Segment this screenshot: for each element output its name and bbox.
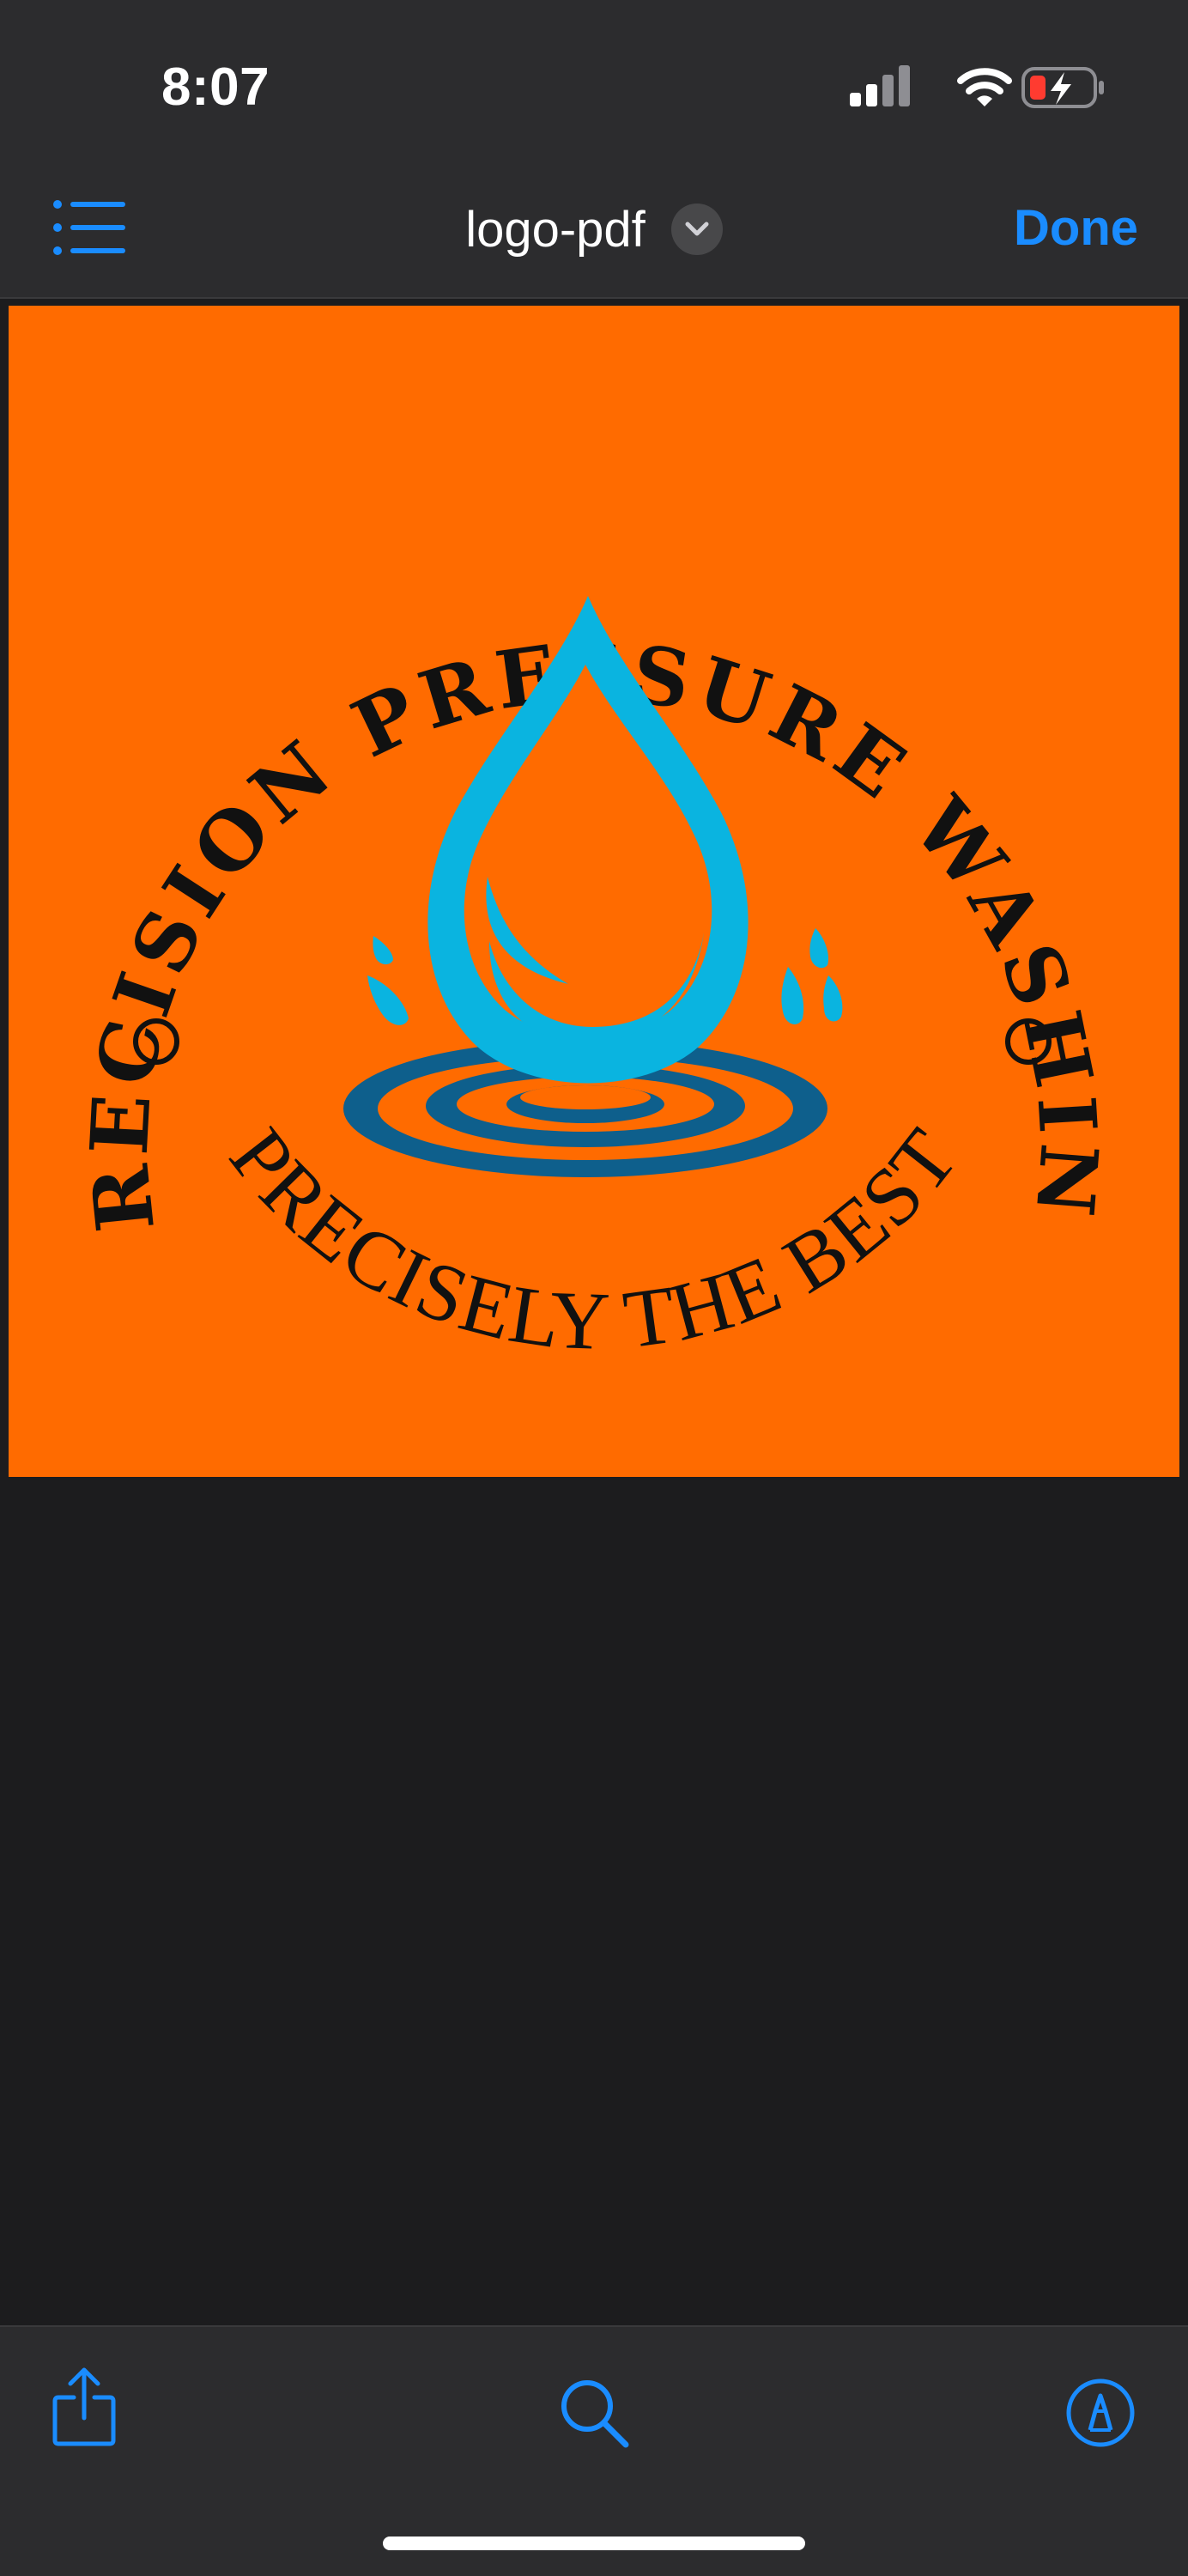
chevron-down-icon: [685, 222, 709, 236]
markup-icon: [1066, 2379, 1135, 2447]
status-icons: [850, 64, 1107, 112]
pdf-viewer-screen: 8:07 logo-pdf Done RECISION PRE SURE WAS…: [0, 0, 1188, 2576]
nav-title-group: logo-pdf: [0, 197, 1188, 261]
document-title[interactable]: logo-pdf: [465, 201, 646, 258]
home-indicator: [383, 2537, 805, 2550]
list-icon: [53, 200, 125, 255]
logo-image: PRECISION PRESSURE WASHING PRECISELY THE…: [9, 306, 1109, 1367]
search-icon: [561, 2380, 629, 2448]
markup-button[interactable]: [1058, 2370, 1143, 2456]
nav-bar: logo-pdf Done: [0, 172, 1188, 299]
battery-charging-icon: [1021, 67, 1104, 108]
done-button[interactable]: Done: [1014, 199, 1138, 257]
search-button[interactable]: [551, 2370, 637, 2456]
wifi-icon: [957, 68, 1012, 106]
share-icon: [52, 2367, 116, 2446]
title-menu-button[interactable]: [670, 204, 723, 255]
list-button[interactable]: [52, 197, 129, 258]
status-bar: 8:07: [0, 0, 1188, 172]
status-time: 8:07: [161, 58, 270, 117]
cellular-signal-icon: [850, 65, 910, 106]
share-button[interactable]: [41, 2365, 127, 2451]
pdf-page: PRECISION PRESSURE WASHING PRECISELY THE…: [9, 306, 1179, 1477]
